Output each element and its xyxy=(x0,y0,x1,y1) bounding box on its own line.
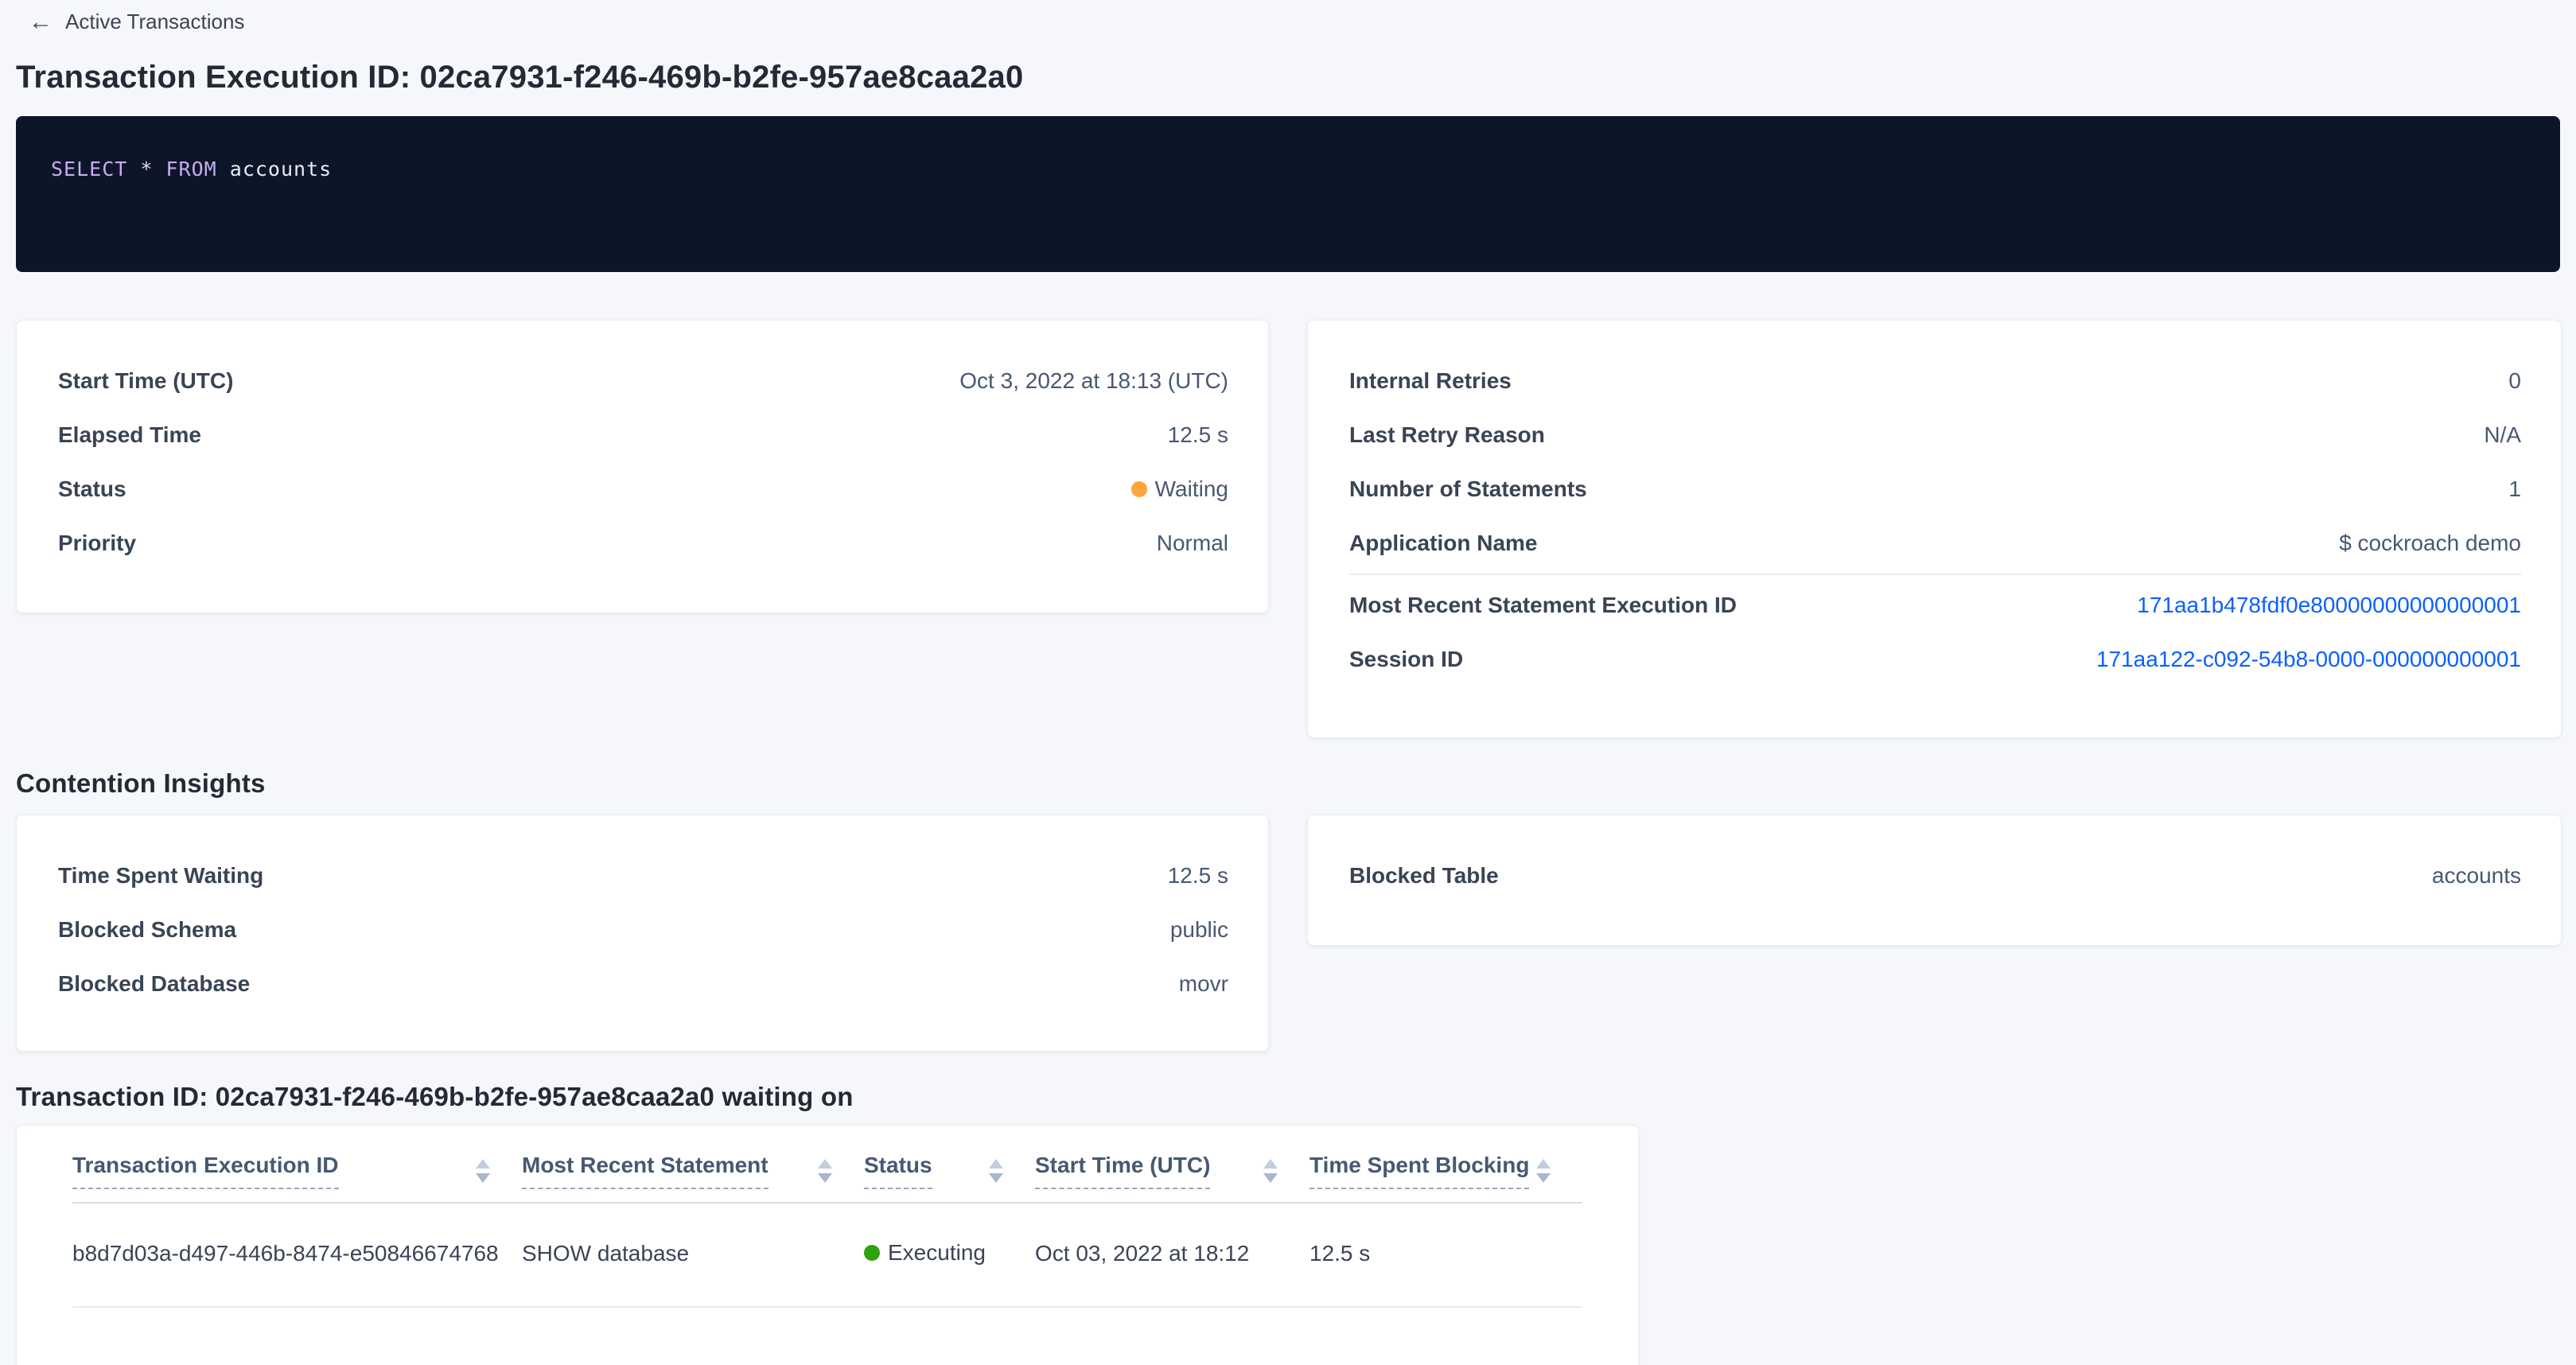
internal-retries-label: Internal Retries xyxy=(1349,368,1512,395)
blocked-table-label: Blocked Table xyxy=(1349,862,1499,889)
table-header-row: Transaction Execution ID Most Recent Sta… xyxy=(72,1126,1582,1203)
blocked-table-row: Blocked Table accounts xyxy=(1349,849,2521,903)
table-row: b8d7d03a-d497-446b-8474-e50846674768 SHO… xyxy=(72,1203,1582,1307)
waiting-on-heading: Transaction ID: 02ca7931-f246-469b-b2fe-… xyxy=(16,1082,2562,1112)
execution-details-card: Internal Retries 0 Last Retry Reason N/A… xyxy=(1307,320,2562,738)
column-header-most-recent-statement[interactable]: Most Recent Statement xyxy=(522,1126,864,1203)
internal-retries-value: 0 xyxy=(2508,368,2521,395)
waiting-status-dot-icon xyxy=(1131,481,1147,497)
internal-retries-row: Internal Retries 0 xyxy=(1349,354,2521,408)
blocked-schema-value: public xyxy=(1170,916,1228,943)
elapsed-time-row: Elapsed Time 12.5 s xyxy=(58,408,1228,462)
session-id-link[interactable]: 171aa122-c092-54b8-0000-000000000001 xyxy=(2096,646,2521,673)
elapsed-time-label: Elapsed Time xyxy=(58,422,201,449)
session-id-row: Session ID 171aa122-c092-54b8-0000-00000… xyxy=(1349,632,2521,686)
application-name-value: $ cockroach demo xyxy=(2339,530,2521,557)
column-header-time-spent-blocking[interactable]: Time Spent Blocking xyxy=(1309,1126,1582,1203)
sort-icon[interactable] xyxy=(476,1159,490,1183)
blocked-table-value: accounts xyxy=(2432,862,2521,889)
statement-execution-id-row: Most Recent Statement Execution ID 171aa… xyxy=(1349,578,2521,632)
page-title: Transaction Execution ID: 02ca7931-f246-… xyxy=(16,60,2562,95)
session-id-label: Session ID xyxy=(1349,646,1463,673)
sort-icon[interactable] xyxy=(1536,1159,1551,1183)
column-header-time-spent-blocking-label: Time Spent Blocking xyxy=(1309,1153,1529,1189)
number-of-statements-label: Number of Statements xyxy=(1349,476,1587,503)
contention-cards-row: Time Spent Waiting 12.5 s Blocked Schema… xyxy=(16,815,2562,1052)
status-value-text: Waiting xyxy=(1155,476,1228,503)
time-spent-waiting-value: 12.5 s xyxy=(1168,862,1228,889)
column-header-start-time[interactable]: Start Time (UTC) xyxy=(1035,1126,1309,1203)
executing-status-dot-icon xyxy=(864,1245,880,1261)
last-retry-reason-label: Last Retry Reason xyxy=(1349,422,1545,449)
start-time-value: Oct 3, 2022 at 18:13 (UTC) xyxy=(959,368,1228,395)
statement-execution-id-link[interactable]: 171aa1b478fdf0e80000000000000001 xyxy=(2137,592,2521,619)
column-header-transaction-execution-id[interactable]: Transaction Execution ID xyxy=(72,1126,522,1203)
card-divider xyxy=(1349,574,2521,575)
cell-status-text: Executing xyxy=(888,1240,986,1266)
time-spent-waiting-row: Time Spent Waiting 12.5 s xyxy=(58,849,1228,903)
status-value: Waiting xyxy=(1131,476,1228,503)
column-header-status[interactable]: Status xyxy=(864,1126,1035,1203)
number-of-statements-row: Number of Statements 1 xyxy=(1349,462,2521,516)
sql-keyword-select: SELECT xyxy=(51,158,127,181)
column-header-status-label: Status xyxy=(864,1153,932,1189)
cell-time-spent-blocking: 12.5 s xyxy=(1309,1203,1582,1307)
application-name-row: Application Name $ cockroach demo xyxy=(1349,516,2521,570)
last-retry-reason-row: Last Retry Reason N/A xyxy=(1349,408,2521,462)
column-header-transaction-execution-id-label: Transaction Execution ID xyxy=(72,1153,339,1189)
contention-details-card: Time Spent Waiting 12.5 s Blocked Schema… xyxy=(16,815,1269,1052)
contention-insights-heading: Contention Insights xyxy=(16,768,2562,799)
sql-keyword-from: FROM xyxy=(166,158,217,181)
status-row: Status Waiting xyxy=(58,462,1228,516)
waiting-transactions-table-card: Transaction Execution ID Most Recent Sta… xyxy=(16,1125,1639,1365)
sort-icon[interactable] xyxy=(989,1159,1003,1183)
blocked-database-row: Blocked Database movr xyxy=(58,957,1228,1011)
time-spent-waiting-label: Time Spent Waiting xyxy=(58,862,263,889)
application-name-label: Application Name xyxy=(1349,530,1537,557)
priority-value: Normal xyxy=(1157,530,1228,557)
sql-statement-box: SELECT * FROM accounts xyxy=(16,116,2560,272)
waiting-transactions-table: Transaction Execution ID Most Recent Sta… xyxy=(72,1126,1582,1308)
priority-label: Priority xyxy=(58,530,136,557)
start-time-row: Start Time (UTC) Oct 3, 2022 at 18:13 (U… xyxy=(58,354,1228,408)
transaction-summary-card: Start Time (UTC) Oct 3, 2022 at 18:13 (U… xyxy=(16,320,1269,613)
cell-start-time: Oct 03, 2022 at 18:12 xyxy=(1035,1203,1309,1307)
cell-status: Executing xyxy=(864,1203,1035,1307)
column-header-start-time-label: Start Time (UTC) xyxy=(1035,1153,1210,1189)
start-time-label: Start Time (UTC) xyxy=(58,368,233,395)
sort-icon[interactable] xyxy=(818,1159,832,1183)
back-arrow-icon: ← xyxy=(29,10,53,34)
column-header-most-recent-statement-label: Most Recent Statement xyxy=(522,1153,769,1189)
blocked-schema-label: Blocked Schema xyxy=(58,916,236,943)
breadcrumb-back-link[interactable]: ← Active Transactions xyxy=(29,10,244,34)
sort-icon[interactable] xyxy=(1263,1159,1278,1183)
status-label: Status xyxy=(58,476,126,503)
sql-star-operator: * xyxy=(140,158,153,181)
sql-table-name: accounts xyxy=(230,158,332,181)
number-of-statements-value: 1 xyxy=(2508,476,2521,503)
summary-cards-row: Start Time (UTC) Oct 3, 2022 at 18:13 (U… xyxy=(16,320,2562,738)
cell-transaction-execution-id: b8d7d03a-d497-446b-8474-e50846674768 xyxy=(72,1203,522,1307)
last-retry-reason-value: N/A xyxy=(2484,422,2521,449)
elapsed-time-value: 12.5 s xyxy=(1168,422,1228,449)
statement-execution-id-label: Most Recent Statement Execution ID xyxy=(1349,592,1737,619)
blocked-database-value: movr xyxy=(1179,970,1228,998)
blocked-database-label: Blocked Database xyxy=(58,970,250,998)
priority-row: Priority Normal xyxy=(58,516,1228,570)
blocked-schema-row: Blocked Schema public xyxy=(58,903,1228,957)
blocked-table-card: Blocked Table accounts xyxy=(1307,815,2562,946)
cell-most-recent-statement: SHOW database xyxy=(522,1203,864,1307)
breadcrumb-label: Active Transactions xyxy=(65,10,244,34)
